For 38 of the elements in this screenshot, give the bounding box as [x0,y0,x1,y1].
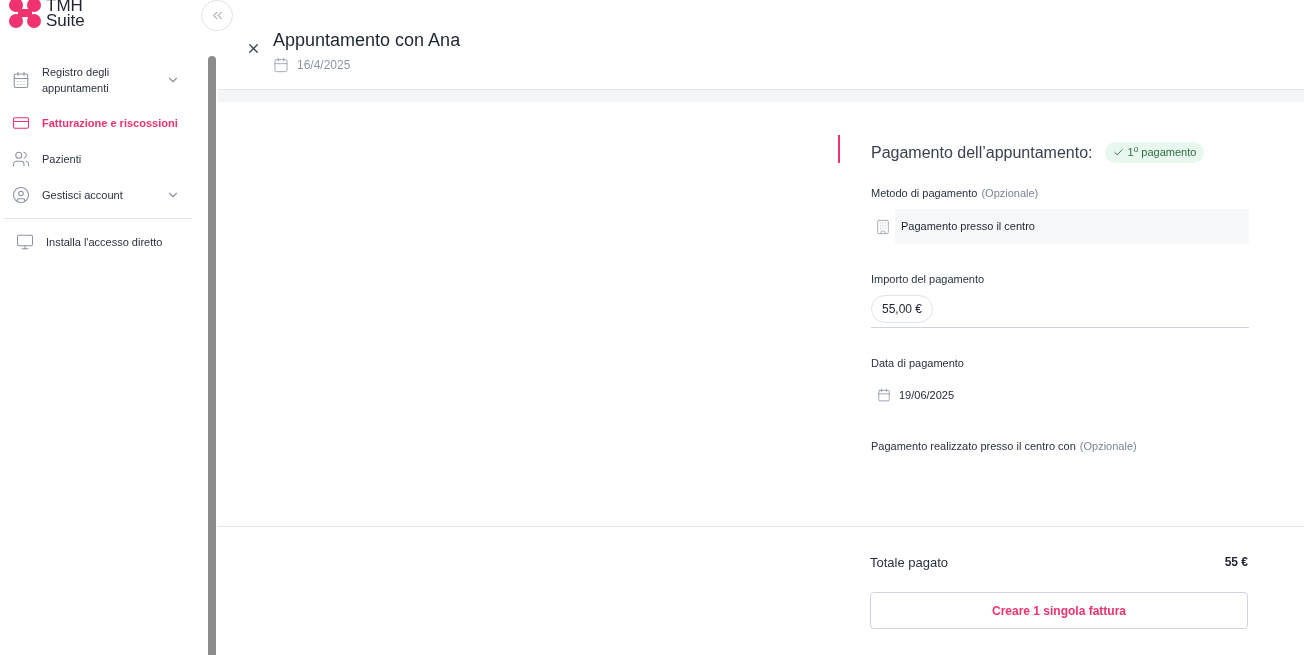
field-label: Metodo di pagamento [871,185,978,201]
logo-text: TMH [46,0,83,13]
monitor-icon [16,233,34,251]
sidebar-item[interactable]: Installa l'accesso diretto [4,225,192,259]
sidebar-item-label: Pazienti [42,152,83,167]
card-icon [12,114,30,132]
sidebar-item-label: Fatturazione e riscossioni [42,116,179,131]
appointment-date: 16/4/2025 [297,57,351,74]
payment-date-field[interactable]: 19/06/2025 [899,387,955,404]
appointment-title: Appuntamento con Ana [273,29,461,52]
sidebar-item-label: Gestisci account [42,188,124,203]
sidebar-item-label: Registro degli appuntamenti [42,65,111,96]
field-label: Importo del pagamento [871,272,986,287]
sidebar-item[interactable]: Registro degli appuntamenti [0,56,196,104]
scrollbar[interactable] [208,56,216,655]
close-button[interactable] [246,41,261,56]
user-circle-icon [12,186,30,204]
total-value: 55 € [1224,554,1248,572]
section-title: Pagamento dell’appuntamento: [871,142,1093,163]
collapse-button[interactable] [201,0,233,31]
logo-icon [8,0,42,28]
sidebar-item[interactable]: Fatturazione e riscossioni [0,106,196,140]
people-icon [12,150,30,168]
sidebar-item[interactable]: Gestisci account [0,178,196,212]
create-invoice-button[interactable]: Creare 1 singola fattura [870,592,1248,629]
optional-hint: (Opzionale) [1079,438,1137,454]
logo-text: Suite [46,13,85,28]
payment-badge: 1$^{o}$ pagamento [1104,142,1205,163]
optional-hint: (Opzionale) [981,185,1039,201]
field-label: Data di pagamento [871,355,965,371]
sidebar-item[interactable]: Pazienti [0,142,196,176]
field-label: Pagamento realizzato presso il centro con [871,438,1076,454]
calendar-icon [12,71,30,89]
calendar-icon [877,388,891,403]
calendar-icon [273,57,289,73]
sidebar-item-label: Installa l'accesso diretto [46,235,164,250]
total-label: Totale pagato [870,553,949,572]
payment-method-field[interactable]: Pagamento presso il centro [895,209,1249,244]
